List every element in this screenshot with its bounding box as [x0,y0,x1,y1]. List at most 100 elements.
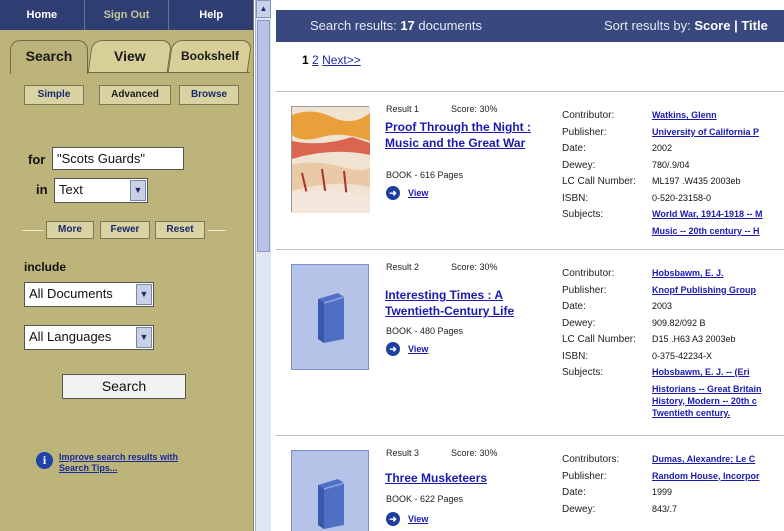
publisher-link[interactable]: Random House, Incorpor [652,471,760,481]
next-page-link[interactable]: Next>> [322,53,361,67]
subjects-label: Subjects: [562,209,604,220]
reset-button[interactable]: Reset [155,221,205,239]
arrow-right-icon[interactable]: ➜ [386,186,400,200]
view-control[interactable]: ➜ View [386,342,428,356]
search-input[interactable] [52,147,184,170]
sort-score[interactable]: Score [694,18,730,33]
results-count-value: 17 [400,18,415,33]
tab-view[interactable]: View [87,40,173,72]
search-button[interactable]: Search [62,374,186,399]
view-link[interactable]: View [408,344,428,354]
book-cover-placeholder[interactable] [291,264,369,370]
publisher-label: Publisher: [562,126,607,138]
result-metadata: Contributor: Watkins, Glenn Publisher: Uni… [562,110,763,238]
tab-search[interactable]: Search [10,40,88,74]
top-nav: Home Sign Out Help [0,0,255,30]
result-title-link[interactable]: Interesting Times : A Twentieth-Century … [385,287,555,319]
tab-search-label: Search [25,48,73,64]
lc-label: LC Call Number: [562,334,636,345]
for-label: for [28,152,46,167]
contributor-label: Contributors: [562,454,620,465]
results-count-prefix: Search results: [310,18,401,33]
view-control[interactable]: ➜ View [386,512,428,526]
chevron-down-icon: ▼ [130,180,146,201]
results-count: Search results: 17 documents [310,10,482,42]
book-cover-placeholder[interactable] [291,450,369,531]
isbn-value: 0-375-42234-X [652,350,713,361]
tab-bookshelf-label: Bookshelf [180,49,239,63]
scrollbar[interactable]: ▲ [255,0,271,531]
view-link[interactable]: View [408,514,428,524]
subject-link[interactable]: Twentieth century. [562,408,762,420]
view-control[interactable]: ➜ View [386,186,428,200]
chevron-down-icon: ▼ [136,284,152,305]
dewey-value: 780/.9/04 [652,159,690,170]
subject-link[interactable]: Historians -- Great Britain [562,384,762,396]
scroll-up-icon[interactable]: ▲ [256,0,271,18]
page-current: 1 [302,53,309,67]
sort-control: Sort results by: Score | Title [604,10,768,42]
book-icon [318,293,345,343]
book-cover-image[interactable] [291,106,371,213]
sort-title[interactable]: | Title [730,18,768,33]
view-link[interactable]: View [408,188,428,198]
publisher-label: Publisher: [562,470,607,482]
contributor-link[interactable]: Dumas, Alexandre; Le C [652,454,755,464]
publisher-link[interactable]: University of California P [652,127,759,137]
arrow-right-icon[interactable]: ➜ [386,342,400,356]
include-label: include [24,260,67,274]
info-icon: i [36,452,53,469]
subject-link[interactable]: Music -- 20th century -- H [562,226,760,238]
subject-link[interactable]: World War, 1914-1918 -- M [652,209,763,219]
simple-mode-button[interactable]: Simple [24,85,84,105]
date-value: 1999 [652,487,673,497]
result-title-link[interactable]: Proof Through the Night : Music and the … [385,119,555,151]
chevron-down-icon: ▼ [136,327,152,348]
contributor-link[interactable]: Watkins, Glenn [652,110,717,120]
tab-bar: Search View Bookshelf [10,40,253,74]
scroll-thumb[interactable] [257,20,270,252]
book-icon [318,479,345,529]
result-item: Result 3 Score: 30% Three Musketeers BOO… [276,436,784,531]
date-value: 2002 [652,143,673,153]
tab-bookshelf[interactable]: Bookshelf [167,40,253,72]
date-label: Date: [562,301,586,312]
date-label: Date: [562,143,586,154]
result-title-link[interactable]: Three Musketeers [385,470,555,486]
subject-link[interactable]: Hobsbawm, E. J. -- (Eri [652,367,750,377]
search-tips-link[interactable]: Improve search results with Search Tips.… [59,452,209,474]
fewer-button[interactable]: Fewer [100,221,150,239]
result-metadata: Contributor: Hobsbawm, E. J. Publisher: Kn… [562,268,762,420]
tab-view-label: View [114,48,146,64]
browse-mode-button[interactable]: Browse [179,85,239,105]
result-number: Result 2 [386,262,420,272]
publisher-label: Publisher: [562,284,607,296]
result-score: Score: 30% [451,104,498,114]
result-item: Result 1 Score: 30% Proof Through the Ni… [276,92,784,248]
page-2-link[interactable]: 2 [312,53,319,67]
publisher-link[interactable]: Knopf Publishing Group [652,285,756,295]
search-field-value: Text [59,182,83,197]
date-label: Date: [562,487,586,498]
contributor-link[interactable]: Hobsbawm, E. J. [652,268,724,278]
subject-link[interactable]: History, Modern -- 20th c [562,396,762,408]
date-value: 2003 [652,301,673,311]
nav-help[interactable]: Help [169,0,255,30]
sort-prefix: Sort results by: [604,18,695,33]
nav-home[interactable]: Home [0,0,85,30]
arrow-right-icon[interactable]: ➜ [386,512,400,526]
search-pane: Home Sign Out Help Search View Bookshelf… [0,0,255,531]
search-field-select[interactable]: Text ▼ [54,178,148,203]
result-score: Score: 30% [451,448,498,458]
advanced-mode-button[interactable]: Advanced [99,85,171,105]
results-pane: Search results: 17 documents Sort result… [276,0,784,531]
lc-value: ML197 .W435 2003eb [652,176,741,186]
documents-select[interactable]: All Documents ▼ [24,282,154,307]
nav-sign-out[interactable]: Sign Out [85,0,170,30]
languages-select-value: All Languages [29,329,112,344]
contributor-label: Contributor: [562,110,615,121]
search-tips: i Improve search results with Search Tip… [36,452,209,474]
more-button[interactable]: More [46,221,94,239]
isbn-value: 0-520-23158-0 [652,192,712,203]
languages-select[interactable]: All Languages ▼ [24,325,154,350]
